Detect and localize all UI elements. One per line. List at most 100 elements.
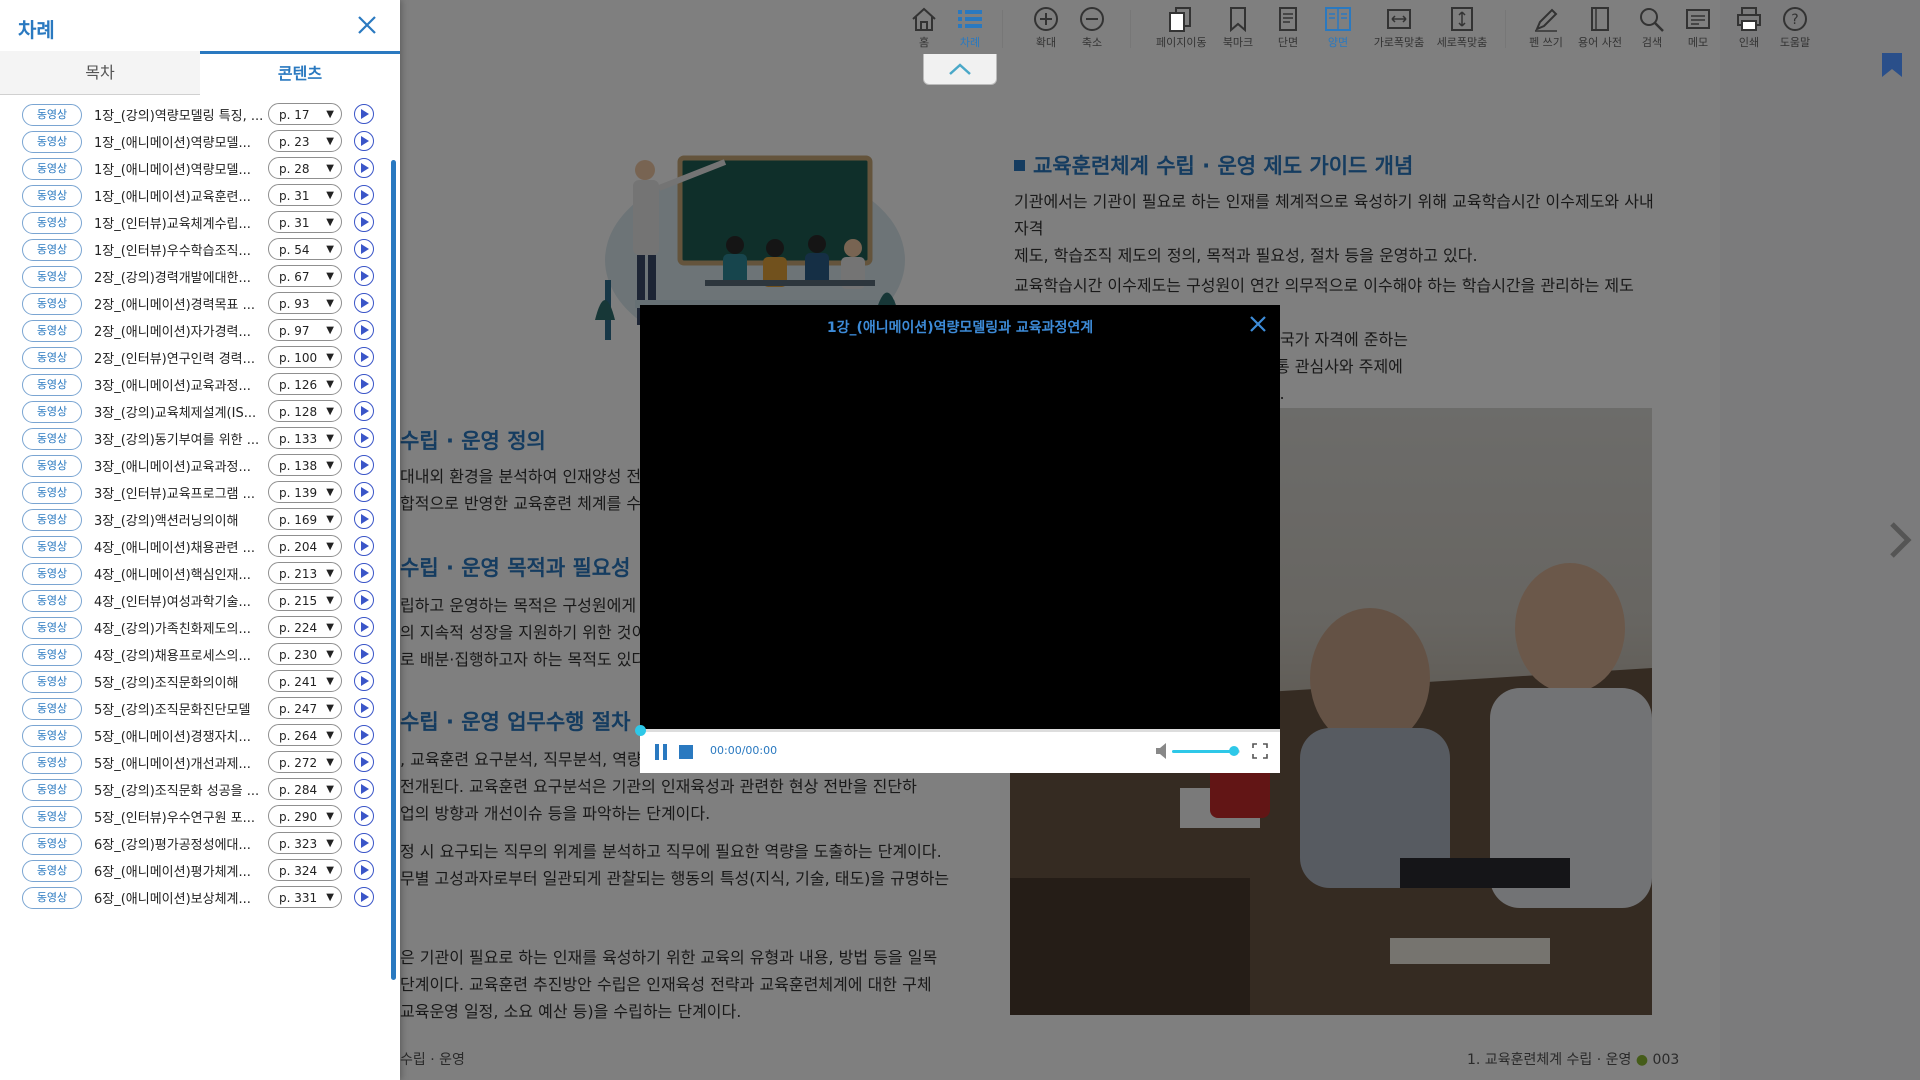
page-select[interactable]: p. 213 ▼ xyxy=(268,562,342,584)
page-move-button[interactable]: 페이지이동 xyxy=(1156,6,1207,50)
play-button[interactable] xyxy=(354,536,374,556)
play-button[interactable] xyxy=(354,239,374,259)
close-icon[interactable] xyxy=(1248,314,1268,334)
video-badge[interactable]: 동영상 xyxy=(22,266,82,288)
video-badge[interactable]: 동영상 xyxy=(22,617,82,639)
page-select[interactable]: p. 28 ▼ xyxy=(268,157,342,179)
content-title[interactable]: 2장_(강의)경력개발에대한... xyxy=(94,267,266,286)
video-badge[interactable]: 동영상 xyxy=(22,374,82,396)
home-button[interactable]: 홈 xyxy=(900,6,948,50)
page-select[interactable]: p. 272 ▼ xyxy=(268,751,342,773)
video-badge[interactable]: 동영상 xyxy=(22,779,82,801)
tab-toc[interactable]: 목차 xyxy=(0,51,200,95)
content-title[interactable]: 4장_(강의)채용프로세스의... xyxy=(94,645,266,664)
page-select[interactable]: p. 169 ▼ xyxy=(268,508,342,530)
play-button[interactable] xyxy=(354,212,374,232)
content-title[interactable]: 3장_(애니메이션)교육과정... xyxy=(94,456,266,475)
content-title[interactable]: 3장_(애니메이션)교육과정... xyxy=(94,375,266,394)
play-button[interactable] xyxy=(354,860,374,880)
content-title[interactable]: 1장_(애니메이션)역량모델... xyxy=(94,132,266,151)
video-badge[interactable]: 동영상 xyxy=(22,401,82,423)
page-select[interactable]: p. 100 ▼ xyxy=(268,346,342,368)
bookmark-button[interactable]: 북마크 xyxy=(1214,6,1262,50)
video-badge[interactable]: 동영상 xyxy=(22,212,82,234)
page-select[interactable]: p. 97 ▼ xyxy=(268,319,342,341)
video-badge[interactable]: 동영상 xyxy=(22,725,82,747)
page-select[interactable]: p. 323 ▼ xyxy=(268,832,342,854)
video-badge[interactable]: 동영상 xyxy=(22,806,82,828)
video-badge[interactable]: 동영상 xyxy=(22,158,82,180)
video-badge[interactable]: 동영상 xyxy=(22,320,82,342)
play-button[interactable] xyxy=(354,644,374,664)
volume-slider-handle[interactable] xyxy=(1229,746,1240,756)
content-title[interactable]: 4장_(강의)가족친화제도의... xyxy=(94,618,266,637)
play-button[interactable] xyxy=(354,185,374,205)
page-select[interactable]: p. 264 ▼ xyxy=(268,724,342,746)
play-button[interactable] xyxy=(354,293,374,313)
content-title[interactable]: 5장_(애니메이션)개선과제... xyxy=(94,753,266,772)
content-title[interactable]: 2장_(인터뷰)연구인력 경력... xyxy=(94,348,266,367)
single-page-button[interactable]: 단면 xyxy=(1264,6,1312,50)
page-select[interactable]: p. 126 ▼ xyxy=(268,373,342,395)
page-select[interactable]: p. 93 ▼ xyxy=(268,292,342,314)
content-title[interactable]: 4장_(애니메이션)채용관련 ... xyxy=(94,537,266,556)
content-title[interactable]: 6장_(강의)평가공정성에대... xyxy=(94,834,266,853)
page-select[interactable]: p. 17 ▼ xyxy=(268,103,342,125)
video-badge[interactable]: 동영상 xyxy=(22,590,82,612)
page-select[interactable]: p. 290 ▼ xyxy=(268,805,342,827)
content-title[interactable]: 5장_(강의)조직문화의이해 xyxy=(94,672,266,691)
play-button[interactable] xyxy=(354,374,374,394)
help-button[interactable]: ? 도움말 xyxy=(1771,6,1819,50)
play-button[interactable] xyxy=(354,428,374,448)
video-badge[interactable]: 동영상 xyxy=(22,671,82,693)
page-select[interactable]: p. 139 ▼ xyxy=(268,481,342,503)
content-title[interactable]: 3장_(강의)동기부여를 위한 ... xyxy=(94,429,266,448)
sidebar-scrollbar[interactable] xyxy=(391,160,396,980)
page-select[interactable]: p. 331 ▼ xyxy=(268,886,342,908)
play-button[interactable] xyxy=(354,671,374,691)
play-button[interactable] xyxy=(354,779,374,799)
video-badge[interactable]: 동영상 xyxy=(22,104,82,126)
page-select[interactable]: p. 54 ▼ xyxy=(268,238,342,260)
page-select[interactable]: p. 284 ▼ xyxy=(268,778,342,800)
zoom-in-button[interactable]: 확대 xyxy=(1022,6,1070,50)
video-badge[interactable]: 동영상 xyxy=(22,833,82,855)
content-title[interactable]: 2장_(애니메이션)자가경력... xyxy=(94,321,266,340)
stop-button[interactable] xyxy=(679,745,693,759)
print-button[interactable]: 인쇄 xyxy=(1725,6,1773,50)
play-button[interactable] xyxy=(354,752,374,772)
next-page-arrow-icon[interactable] xyxy=(1888,520,1912,560)
play-button[interactable] xyxy=(354,266,374,286)
page-select[interactable]: p. 23 ▼ xyxy=(268,130,342,152)
video-badge[interactable]: 동영상 xyxy=(22,239,82,261)
page-select[interactable]: p. 324 ▼ xyxy=(268,859,342,881)
content-title[interactable]: 3장_(인터뷰)교육프로그램 ... xyxy=(94,483,266,502)
search-button[interactable]: 검색 xyxy=(1628,6,1676,50)
list-item[interactable]: 동영상 6장_(애니메이션)보상체계... p. 331 ▼ xyxy=(0,881,390,914)
page-select[interactable]: p. 241 ▼ xyxy=(268,670,342,692)
content-title[interactable]: 4장_(애니메이션)핵심인재... xyxy=(94,564,266,583)
video-badge[interactable]: 동영상 xyxy=(22,752,82,774)
page-select[interactable]: p. 215 ▼ xyxy=(268,589,342,611)
content-title[interactable]: 3장_(강의)액션러닝의이해 xyxy=(94,510,266,529)
play-button[interactable] xyxy=(354,833,374,853)
content-title[interactable]: 5장_(강의)조직문화 성공을 ... xyxy=(94,780,266,799)
video-badge[interactable]: 동영상 xyxy=(22,185,82,207)
play-button[interactable] xyxy=(354,131,374,151)
page-bookmark-icon[interactable] xyxy=(1880,53,1904,77)
content-title[interactable]: 5장_(강의)조직문화진단모델 xyxy=(94,699,266,718)
video-badge[interactable]: 동영상 xyxy=(22,644,82,666)
content-title[interactable]: 6장_(애니메이션)보상체계... xyxy=(94,888,266,907)
content-title[interactable]: 1장_(애니메이션)역량모델... xyxy=(94,159,266,178)
pen-button[interactable]: 펜 쓰기 xyxy=(1522,6,1570,50)
page-select[interactable]: p. 247 ▼ xyxy=(268,697,342,719)
content-title[interactable]: 5장_(애니메이션)경쟁자치... xyxy=(94,726,266,745)
content-title[interactable]: 1장_(인터뷰)교육체계수립... xyxy=(94,213,266,232)
fullscreen-icon[interactable] xyxy=(1252,743,1268,759)
play-button[interactable] xyxy=(354,698,374,718)
page-select[interactable]: p. 67 ▼ xyxy=(268,265,342,287)
content-title[interactable]: 3장_(강의)교육체제설계(IS... xyxy=(94,402,266,421)
volume-icon[interactable] xyxy=(1155,742,1169,760)
content-title[interactable]: 6장_(애니메이션)평가체계... xyxy=(94,861,266,880)
page-select[interactable]: p. 133 ▼ xyxy=(268,427,342,449)
